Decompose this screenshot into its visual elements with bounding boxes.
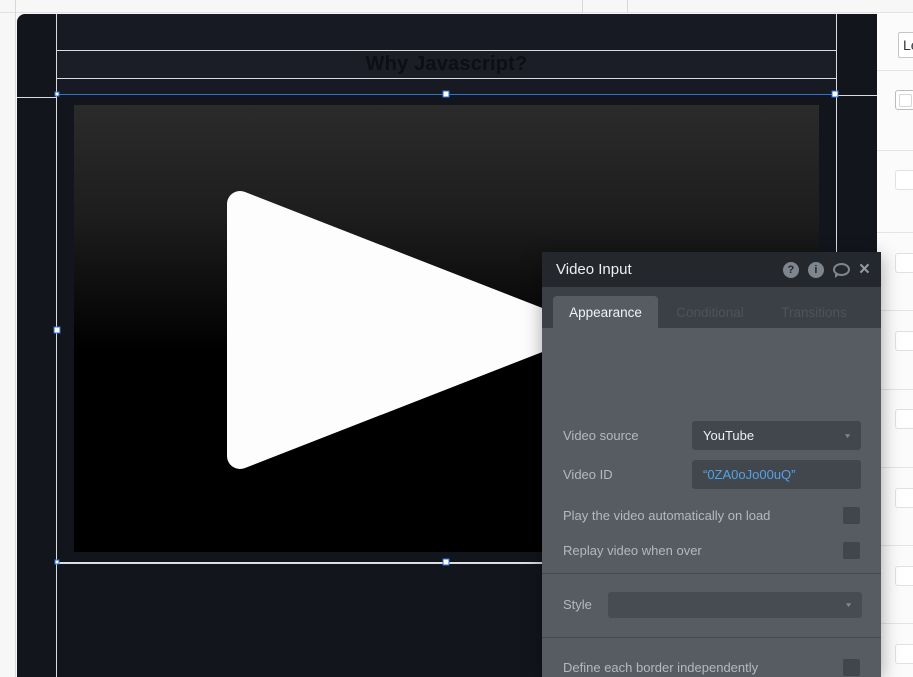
page-heading: Why Javascript? (366, 53, 528, 76)
comment-icon[interactable] (833, 263, 850, 276)
video-id-value: “0ZA0oJo00uQ” (703, 460, 796, 489)
property-editor-header[interactable]: Video Input ? i × (542, 252, 881, 287)
tab-transitions[interactable]: Transitions (764, 296, 864, 328)
text-input-partial[interactable]: Le (898, 32, 913, 58)
tab-appearance[interactable]: Appearance (553, 296, 658, 328)
checkbox[interactable] (895, 253, 913, 273)
row-divider (877, 70, 913, 71)
autoplay-checkbox[interactable] (843, 507, 860, 524)
checkbox[interactable] (895, 644, 913, 664)
row-divider (877, 150, 913, 151)
style-dropdown[interactable]: ▼ (608, 592, 862, 618)
row-divider (877, 467, 913, 468)
help-icon[interactable]: ? (783, 262, 799, 278)
chevron-down-icon: ▼ (843, 425, 852, 446)
selection-handle-top-center[interactable] (443, 91, 450, 98)
video-source-label: Video source (563, 421, 639, 450)
selection-handle-top-right[interactable] (832, 91, 839, 98)
toolbar-divider (15, 0, 16, 13)
left-gutter (0, 13, 16, 677)
style-label: Style (563, 592, 592, 618)
toolbar-divider (627, 0, 628, 13)
guide-line-left-strip (17, 97, 56, 98)
selection-handle-middle-left[interactable] (54, 327, 61, 334)
guide-line-right-strip (837, 95, 877, 96)
independent-borders-label: Define each border independently (563, 659, 758, 676)
video-id-input[interactable]: “0ZA0oJo00uQ” (692, 460, 861, 489)
heading-text-element[interactable]: Why Javascript? (57, 51, 836, 78)
section-divider (542, 573, 881, 574)
autoplay-label: Play the video automatically on load (563, 507, 770, 524)
close-icon[interactable]: × (859, 262, 870, 278)
panel-title: Video Input (556, 261, 632, 278)
checkbox[interactable] (895, 566, 913, 586)
checkbox[interactable] (895, 170, 913, 190)
video-source-value: YouTube (703, 421, 754, 450)
checkbox[interactable] (895, 409, 913, 429)
toolbar-bottom-edge (0, 0, 913, 13)
tab-conditional[interactable]: Conditional (660, 296, 760, 328)
bubble-editor-window: Why Javascript? Le (0, 0, 913, 677)
guide-line-vertical-left (56, 14, 57, 677)
selection-handle-bottom-left[interactable] (55, 560, 60, 565)
section-divider (542, 637, 881, 638)
info-icon[interactable]: i (808, 262, 824, 278)
checkbox[interactable] (895, 90, 913, 110)
guide-line-heading-bottom (57, 78, 836, 79)
video-source-dropdown[interactable]: YouTube ▼ (692, 421, 861, 450)
independent-borders-checkbox[interactable] (843, 659, 860, 676)
right-property-column: Le (877, 13, 913, 677)
row-divider (877, 623, 913, 624)
guide-line-heading-top (57, 50, 836, 51)
video-id-label: Video ID (563, 460, 613, 489)
selection-handle-top-left[interactable] (55, 92, 60, 97)
row-divider (877, 232, 913, 233)
panel-tabbar: Appearance Conditional Transitions (542, 287, 881, 328)
replay-label: Replay video when over (563, 542, 702, 559)
row-divider (877, 545, 913, 546)
video-input-property-editor: Video Input ? i × Appearance Conditional… (542, 252, 881, 677)
chevron-down-icon: ▼ (844, 596, 853, 615)
row-divider (877, 389, 913, 390)
selection-handle-bottom-center[interactable] (443, 559, 450, 566)
checkbox[interactable] (895, 331, 913, 351)
row-divider (877, 310, 913, 311)
replay-checkbox[interactable] (843, 542, 860, 559)
toolbar-divider (582, 0, 583, 13)
panel-body: Video source YouTube ▼ Video ID “0ZA0oJo… (542, 328, 881, 677)
checkbox[interactable] (895, 488, 913, 508)
